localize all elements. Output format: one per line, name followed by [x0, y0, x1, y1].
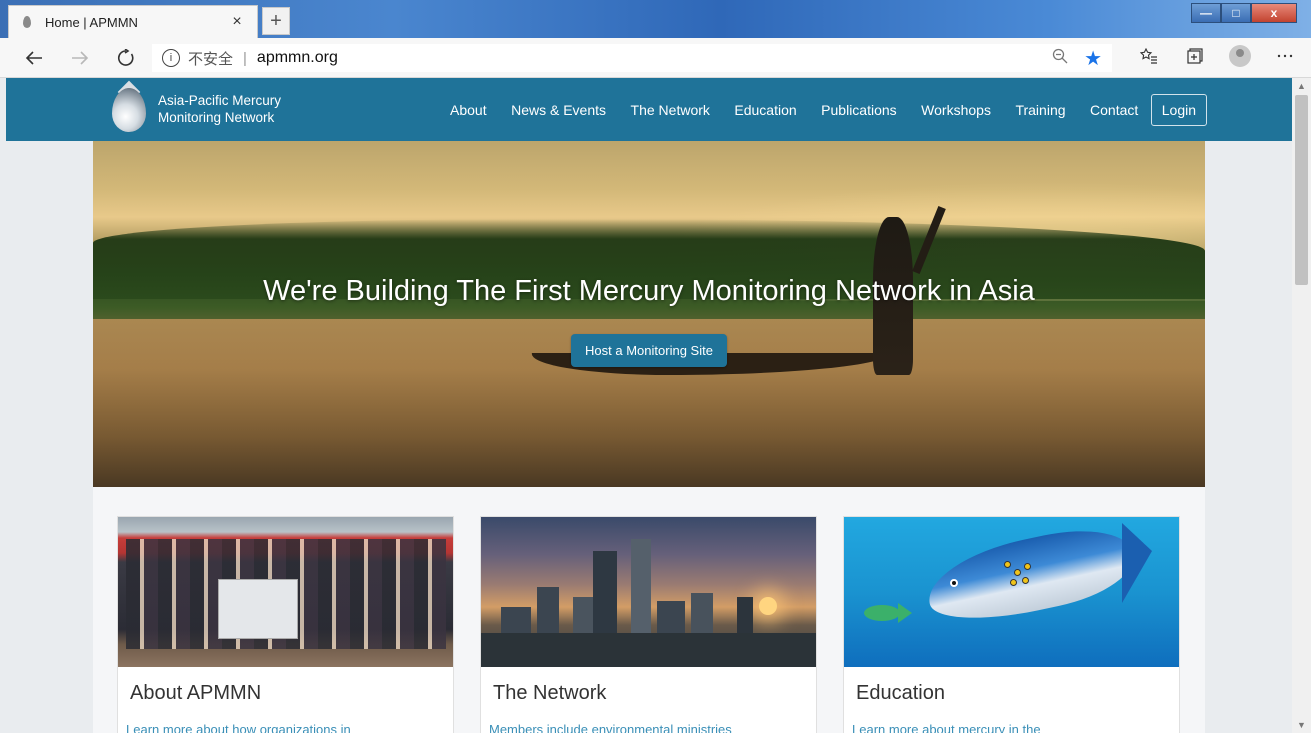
scroll-up-icon[interactable]: ▲	[1292, 78, 1311, 94]
nav-about[interactable]: About	[450, 102, 487, 118]
more-icon[interactable]	[1273, 44, 1297, 68]
hero-title: We're Building The First Mercury Monitor…	[263, 275, 1035, 307]
forward-icon[interactable]	[62, 40, 98, 76]
url-text[interactable]: apmmn.org	[257, 49, 338, 67]
window-controls: — □ x	[1191, 3, 1297, 23]
card-title[interactable]: Education	[856, 682, 945, 705]
nav-workshops[interactable]: Workshops	[921, 102, 991, 118]
collections-icon[interactable]	[1183, 44, 1207, 68]
scroll-down-icon[interactable]: ▼	[1292, 717, 1311, 733]
card-text[interactable]: Learn more about how organizations in	[126, 722, 351, 733]
maximize-button[interactable]: □	[1221, 3, 1251, 23]
browser-tab[interactable]: Home | APMMN ×	[8, 5, 258, 38]
window-titlebar: Home | APMMN × + — □ x	[0, 0, 1311, 38]
new-tab-button[interactable]: +	[262, 7, 290, 35]
nav-training[interactable]: Training	[1015, 102, 1065, 118]
brand-line-1: Asia-Pacific Mercury	[158, 93, 282, 108]
brand-line-2: Monitoring Network	[158, 110, 275, 125]
card-network[interactable]: The Network Members include environmenta…	[480, 516, 817, 733]
feature-cards: About APMMN Learn more about how organiz…	[93, 487, 1205, 733]
profile-icon[interactable]	[1229, 45, 1251, 67]
vertical-scrollbar[interactable]: ▲ ▼	[1292, 78, 1311, 733]
nav-publications[interactable]: Publications	[821, 102, 897, 118]
site-info-icon[interactable]: i	[162, 49, 180, 67]
host-monitoring-site-button[interactable]: Host a Monitoring Site	[571, 334, 727, 367]
city-skyline-image	[481, 517, 816, 667]
minimize-button[interactable]: —	[1191, 3, 1221, 23]
group-photo-image	[118, 517, 453, 667]
card-education[interactable]: Education Learn more about mercury in th…	[843, 516, 1180, 733]
security-label: 不安全	[188, 50, 234, 68]
favorites-icon[interactable]	[1137, 44, 1161, 68]
card-text[interactable]: Members include environmental ministries	[489, 722, 732, 733]
nav-news-events[interactable]: News & Events	[511, 102, 606, 118]
card-title[interactable]: About APMMN	[130, 682, 261, 705]
card-text[interactable]: Learn more about mercury in the	[852, 722, 1041, 733]
nav-the-network[interactable]: The Network	[631, 102, 710, 118]
page-viewport: Asia-Pacific Mercury Monitoring Network …	[6, 78, 1292, 733]
address-separator: |	[243, 49, 247, 67]
site-navbar: Asia-Pacific Mercury Monitoring Network …	[6, 78, 1292, 141]
nav-education[interactable]: Education	[734, 102, 796, 118]
refresh-icon[interactable]	[108, 40, 144, 76]
card-title[interactable]: The Network	[493, 682, 606, 705]
star-icon[interactable]: ★	[1084, 46, 1102, 71]
browser-toolbar: i 不安全 | apmmn.org ★	[0, 38, 1311, 78]
brand-text: Asia-Pacific Mercury Monitoring Network	[158, 92, 281, 126]
close-window-button[interactable]: x	[1251, 3, 1297, 23]
hero-banner: We're Building The First Mercury Monitor…	[93, 141, 1205, 487]
tab-close-icon[interactable]: ×	[227, 13, 247, 31]
scroll-thumb[interactable]	[1295, 95, 1308, 285]
address-bar[interactable]: i 不安全 | apmmn.org ★	[152, 44, 1112, 72]
zoom-icon[interactable]	[1052, 48, 1068, 69]
card-about[interactable]: About APMMN Learn more about how organiz…	[117, 516, 454, 733]
nav-contact[interactable]: Contact	[1090, 102, 1138, 118]
login-button[interactable]: Login	[1150, 94, 1208, 126]
toolbar-right	[1137, 44, 1297, 68]
fish-illustration-image	[844, 517, 1179, 667]
mercury-drop-logo-icon	[110, 80, 148, 134]
brand-link[interactable]: Asia-Pacific Mercury Monitoring Network	[110, 80, 281, 134]
back-icon[interactable]	[16, 40, 52, 76]
main-menu: About News & Events The Network Educatio…	[450, 94, 1208, 126]
tab-title: Home | APMMN	[45, 14, 138, 30]
site-favicon-icon	[19, 14, 35, 30]
